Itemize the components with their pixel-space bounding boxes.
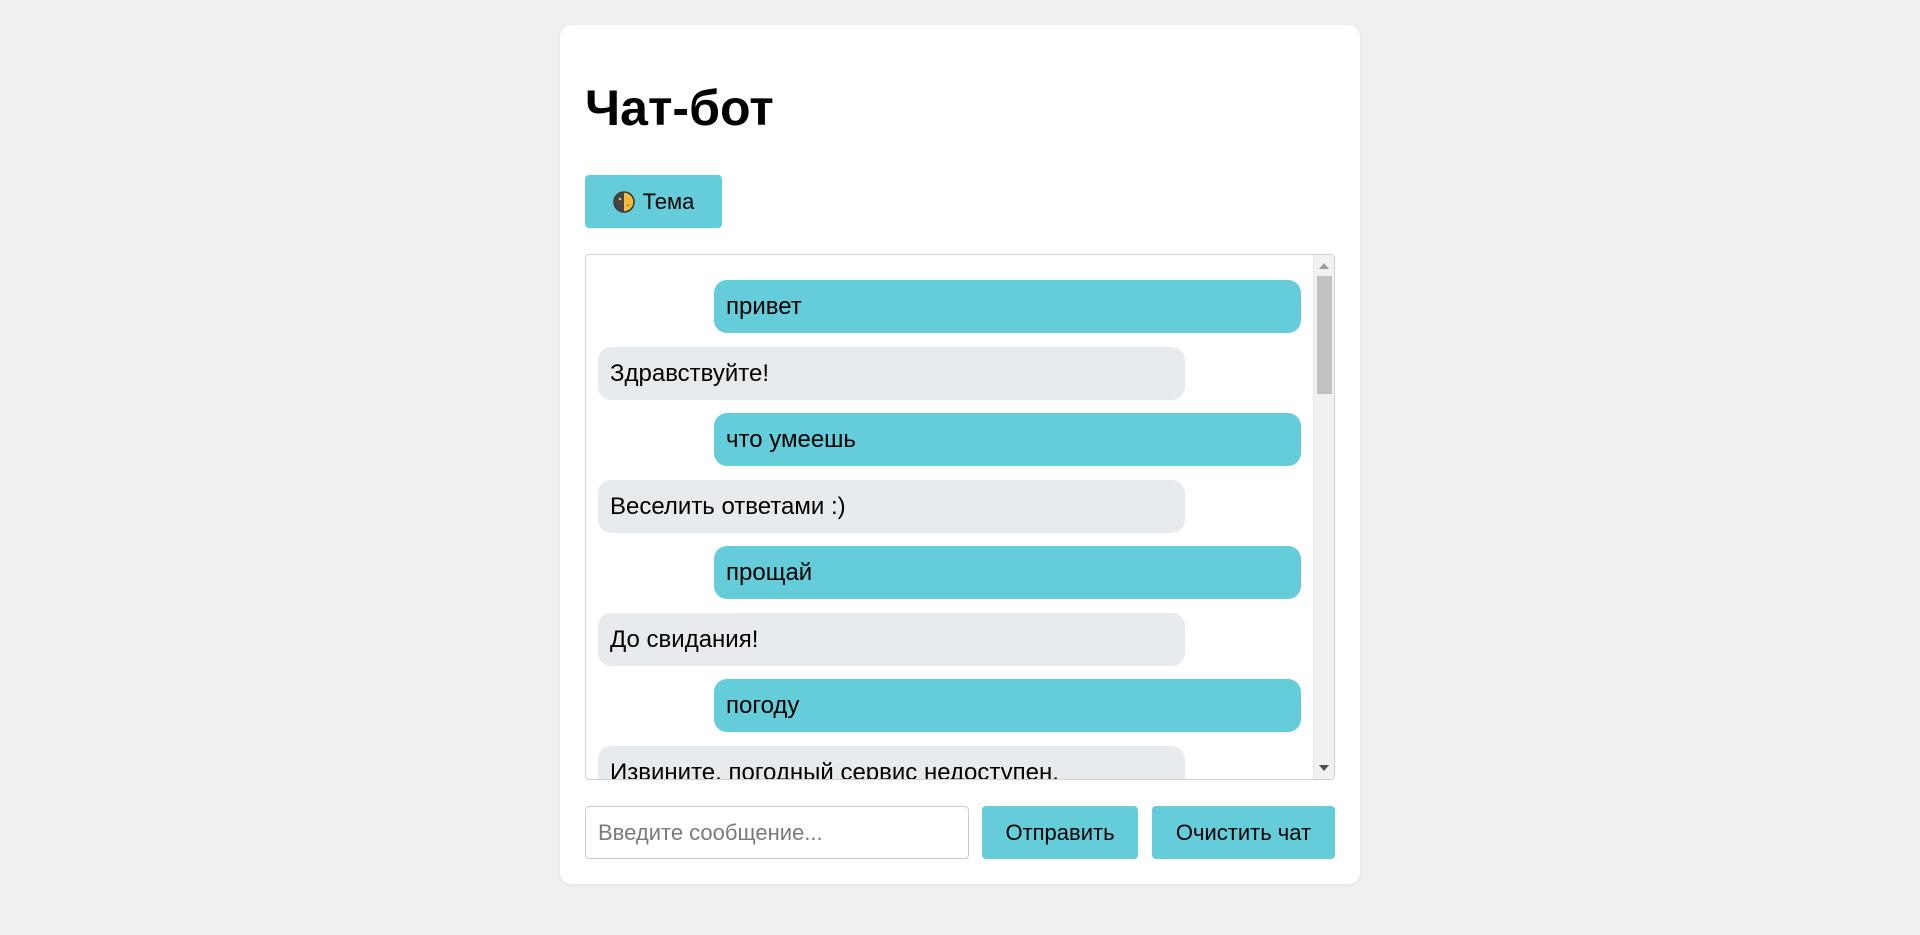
scroll-up-arrow-icon[interactable] <box>1319 263 1329 269</box>
scroll-down-arrow-icon[interactable] <box>1319 765 1329 771</box>
chat-card: Чат-бот Тема привет Здравствуйте! что ум… <box>560 25 1360 884</box>
user-message: прощай <box>714 546 1301 599</box>
user-message: что умеешь <box>714 413 1301 466</box>
message-input[interactable] <box>585 806 969 859</box>
bot-message: Веселить ответами :) <box>598 480 1185 533</box>
bot-message: Извините, погодный сервис недоступен. <box>598 746 1185 779</box>
bot-message: До свидания! <box>598 613 1185 666</box>
page-title: Чат-бот <box>585 80 774 136</box>
theme-toggle-button[interactable]: Тема <box>585 175 722 228</box>
composer: Отправить Очистить чат <box>585 806 1335 859</box>
chat-window[interactable]: привет Здравствуйте! что умеешь Веселить… <box>585 254 1335 780</box>
scroll-thumb[interactable] <box>1317 276 1332 394</box>
clear-chat-button[interactable]: Очистить чат <box>1152 806 1335 859</box>
half-moon-icon <box>612 190 635 213</box>
send-button[interactable]: Отправить <box>982 806 1138 859</box>
bot-message: Здравствуйте! <box>598 347 1185 400</box>
chat-scrollbar[interactable] <box>1313 255 1334 779</box>
theme-button-label: Тема <box>642 188 695 214</box>
user-message: привет <box>714 280 1301 333</box>
user-message: погоду <box>714 679 1301 732</box>
message-list: привет Здравствуйте! что умеешь Веселить… <box>586 255 1314 779</box>
